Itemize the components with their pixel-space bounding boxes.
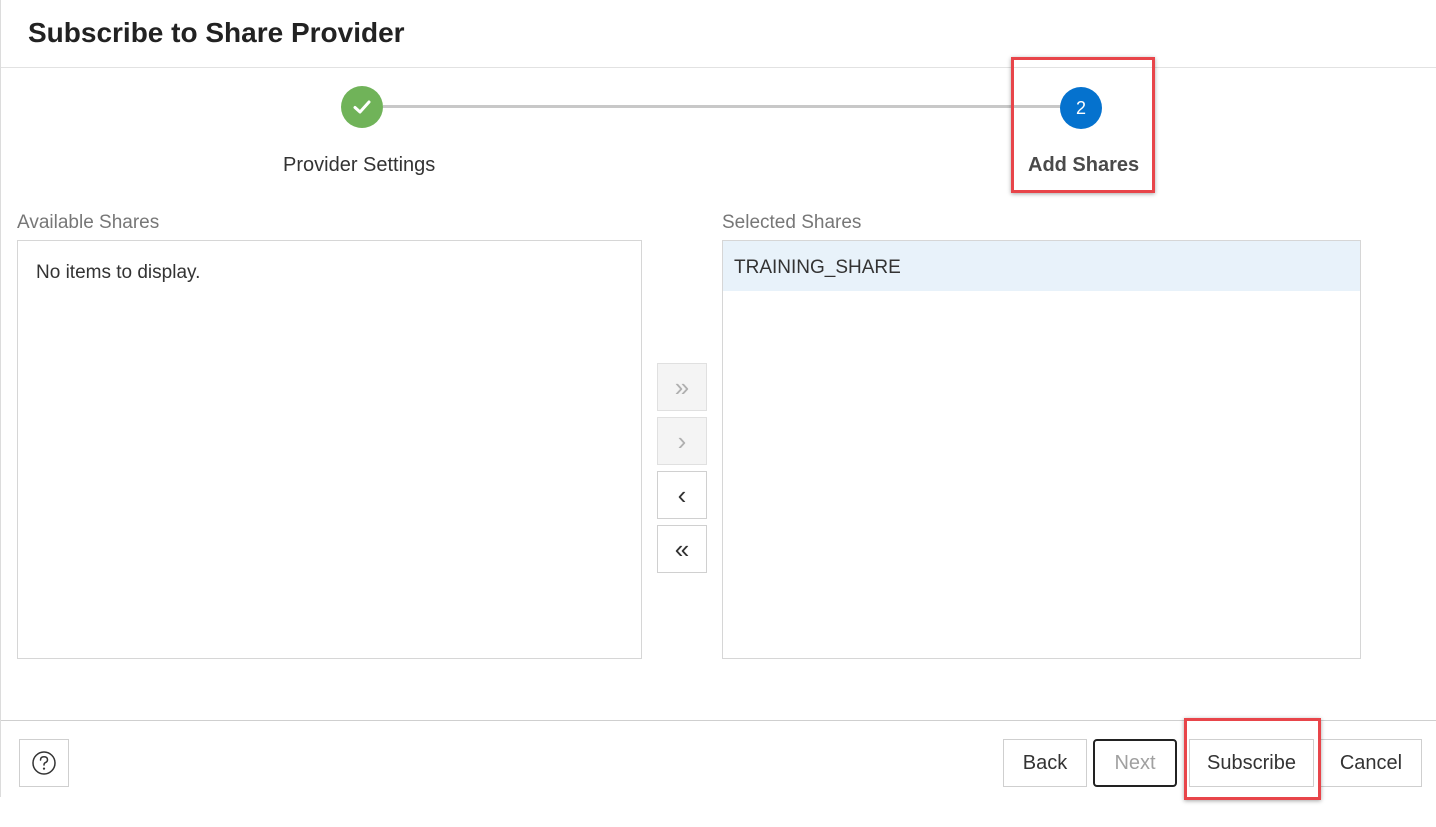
move-left-icon: ‹ bbox=[677, 479, 687, 510]
list-item[interactable]: TRAINING_SHARE bbox=[723, 241, 1360, 291]
cancel-button[interactable]: Cancel bbox=[1320, 739, 1422, 787]
dialog-header: Subscribe to Share Provider bbox=[1, 0, 1436, 68]
move-right-icon: › bbox=[677, 425, 687, 456]
selected-shares-label: Selected Shares bbox=[722, 212, 862, 233]
available-shares-label: Available Shares bbox=[17, 212, 160, 233]
move-all-left-button[interactable]: « bbox=[657, 525, 707, 573]
move-all-right-button[interactable]: » bbox=[657, 363, 707, 411]
dialog-title: Subscribe to Share Provider bbox=[28, 17, 405, 48]
move-right-button[interactable]: › bbox=[657, 417, 707, 465]
move-all-left-icon: « bbox=[674, 533, 690, 564]
next-button[interactable]: Next bbox=[1093, 739, 1177, 787]
check-icon bbox=[353, 100, 371, 114]
empty-list-message: No items to display. bbox=[36, 262, 201, 283]
help-icon bbox=[32, 751, 56, 775]
available-shares-list[interactable]: No items to display. bbox=[17, 240, 642, 659]
selected-shares-list[interactable]: TRAINING_SHARE bbox=[722, 240, 1361, 659]
subscribe-dialog: Subscribe to Share Provider Provider Set… bbox=[0, 0, 1436, 797]
move-all-right-icon: » bbox=[674, 371, 690, 402]
step-provider-settings-indicator[interactable] bbox=[341, 86, 383, 128]
move-left-button[interactable]: ‹ bbox=[657, 471, 707, 519]
train-connector bbox=[383, 105, 1061, 108]
highlight-box-current-step bbox=[1011, 57, 1155, 193]
highlight-box-subscribe bbox=[1184, 718, 1321, 800]
help-button[interactable] bbox=[19, 739, 69, 787]
list-item-label: TRAINING_SHARE bbox=[734, 257, 901, 278]
step-provider-settings-label[interactable]: Provider Settings bbox=[283, 153, 435, 177]
back-button[interactable]: Back bbox=[1003, 739, 1087, 787]
